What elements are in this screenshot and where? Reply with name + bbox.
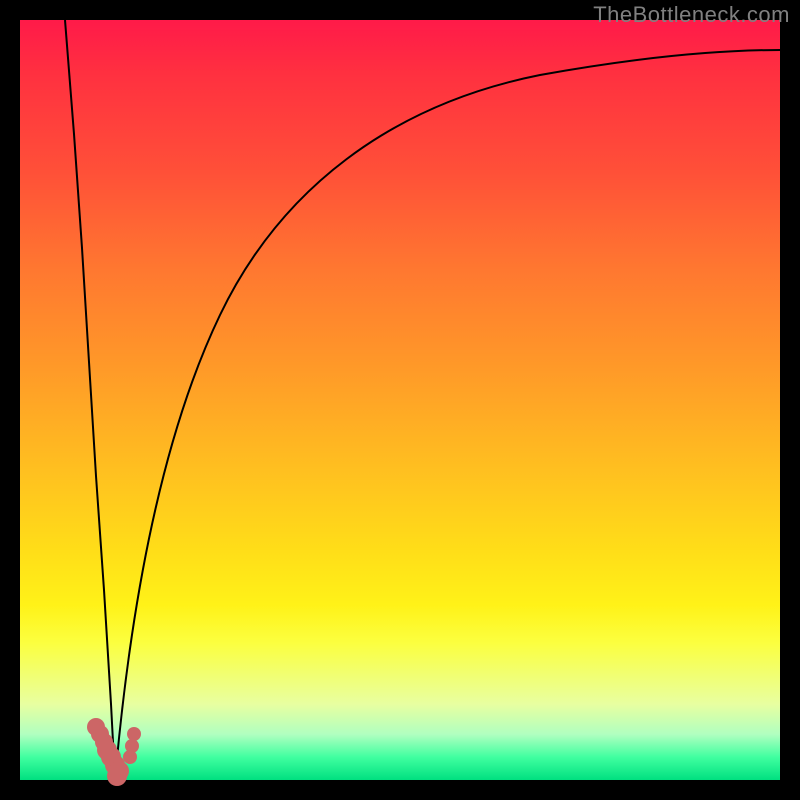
data-marker (125, 739, 139, 753)
data-marker (127, 727, 141, 741)
chart-frame: TheBottleneck.com (0, 0, 800, 800)
plot-area (20, 20, 780, 780)
data-marker (107, 766, 127, 786)
right-branch-curve (115, 50, 780, 780)
watermark-text: TheBottleneck.com (593, 2, 790, 28)
left-branch-curve (65, 20, 115, 780)
curve-layer (20, 20, 780, 780)
